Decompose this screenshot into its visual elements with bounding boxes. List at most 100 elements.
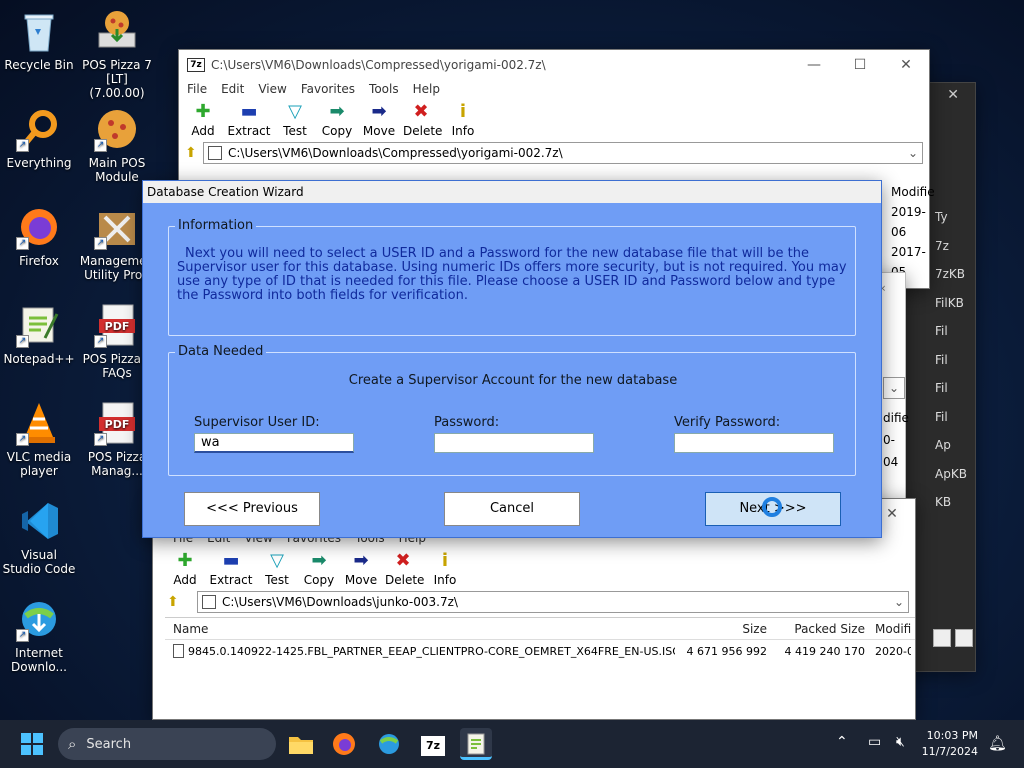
bg-fragment: Fil <box>935 352 948 367</box>
chevron-up-icon[interactable]: ⌃ <box>836 734 848 750</box>
tool-label: Add <box>191 124 215 138</box>
menu-view[interactable]: View <box>258 82 286 96</box>
svg-text:PDF: PDF <box>105 418 130 431</box>
pizza-icon: ↗ <box>94 106 140 152</box>
start-button[interactable] <box>16 728 48 760</box>
menu-tools[interactable]: Tools <box>369 82 399 96</box>
file-explorer-taskbar-button[interactable] <box>285 728 317 760</box>
password-input[interactable] <box>434 433 594 453</box>
add-button[interactable]: ✚ Add <box>185 100 221 138</box>
notification-bell-icon[interactable]: 🔔︎ <box>988 734 1007 752</box>
information-text: Next you will need to select a USER ID a… <box>177 246 847 303</box>
archive-icon <box>202 595 216 609</box>
address-field[interactable]: C:\Users\VM6\Downloads\Compressed\yoriga… <box>203 142 923 164</box>
delete-button[interactable]: ✖ Delete <box>385 549 424 587</box>
7zip-app-icon: 7z <box>421 736 445 756</box>
internet-download-taskbar-button[interactable] <box>373 728 405 760</box>
information-group: Information Next you will need to select… <box>168 218 856 336</box>
7zip-taskbar-button[interactable]: 7z <box>417 728 449 760</box>
test-button[interactable]: ▽ Test <box>277 100 313 138</box>
extract-button[interactable]: ▬ Extract <box>209 549 253 587</box>
table-row[interactable]: 9845.0.140922-1425.FBL_PARTNER_EEAP_CLIE… <box>165 640 915 662</box>
copy-button[interactable]: ➡ Copy <box>319 100 355 138</box>
desktop-icon-everything[interactable]: ↗ Everything <box>1 106 77 170</box>
close-icon[interactable]: ✕ <box>883 57 929 73</box>
previous-button[interactable]: <<< Previous <box>184 492 320 526</box>
clock[interactable]: 10:03 PM 11/7/2024 <box>922 728 978 760</box>
column-header-modified[interactable]: Modifie <box>865 622 911 636</box>
delete-x-icon: ✖ <box>413 101 429 122</box>
desktop-icon-internet-download[interactable]: ↗ Internet Downlo... <box>1 596 77 674</box>
test-button[interactable]: ▽ Test <box>259 549 295 587</box>
maximize-icon[interactable]: ☐ <box>837 57 883 73</box>
folder-icon <box>289 737 313 754</box>
address-bar: ⬆ C:\Users\VM6\Downloads\Compressed\yori… <box>185 142 923 164</box>
minus-icon: ▬ <box>222 550 240 571</box>
tool-label: Test <box>283 124 307 138</box>
taskbar-search[interactable]: ⌕ Search <box>58 728 276 760</box>
bg-fragment: difie <box>883 411 909 425</box>
move-arrow-icon: ➡ <box>371 101 387 122</box>
column-header-name[interactable]: Name <box>165 622 675 636</box>
folder-up-icon[interactable]: ⬆ <box>185 145 203 161</box>
chevron-down-icon[interactable]: ⌄ <box>883 377 905 399</box>
menu-favorites[interactable]: Favorites <box>301 82 355 96</box>
move-button[interactable]: ➡ Move <box>361 100 397 138</box>
notepad-app-icon <box>467 733 485 755</box>
column-header-size[interactable]: Size <box>675 622 767 636</box>
shortcut-arrow-icon: ↗ <box>16 237 29 250</box>
bg-fragment: FilKB <box>935 295 964 310</box>
supervisor-user-id-label: Supervisor User ID: <box>194 415 320 430</box>
desktop-icon-recycle-bin[interactable]: Recycle Bin <box>1 8 77 72</box>
menu-edit[interactable]: Edit <box>221 82 244 96</box>
network-icon[interactable]: ▭ <box>868 734 881 750</box>
tool-label: Extract <box>209 573 253 587</box>
pizza-drive-icon <box>94 8 140 54</box>
menu-help[interactable]: Help <box>413 82 440 96</box>
chevron-down-icon[interactable]: ⌄ <box>894 595 904 609</box>
supervisor-user-id-input[interactable] <box>194 433 354 453</box>
extract-button[interactable]: ▬ Extract <box>227 100 271 138</box>
desktop-icon-label: Notepad++ <box>3 352 75 366</box>
desktop: Recycle Bin ↗ Everything ↗ Firefox ↗ Not… <box>0 0 1024 720</box>
firefox-taskbar-button[interactable] <box>328 728 360 760</box>
svg-text:PDF: PDF <box>105 320 130 333</box>
column-header-packed[interactable]: Packed Size <box>767 622 865 636</box>
view-icon[interactable] <box>955 629 973 647</box>
windows-logo-icon <box>21 733 43 755</box>
chevron-down-icon[interactable]: ⌄ <box>908 146 918 160</box>
delete-button[interactable]: ✖ Delete <box>403 100 443 138</box>
date-cell: 2019-06 <box>891 205 926 239</box>
minimize-icon[interactable]: — <box>791 57 837 73</box>
cancel-button[interactable]: Cancel <box>444 492 580 526</box>
desktop-icon-vscode[interactable]: Visual Studio Code <box>1 498 77 576</box>
pos-app-taskbar-button[interactable] <box>460 728 492 760</box>
desktop-icon-firefox[interactable]: ↗ Firefox <box>1 204 77 268</box>
desktop-icon-main-pos-module[interactable]: ↗ Main POS Module <box>79 106 155 184</box>
clock-date: 11/7/2024 <box>921 745 978 758</box>
menu-file[interactable]: File <box>187 82 207 96</box>
shortcut-arrow-icon: ↗ <box>94 237 107 250</box>
speaker-muted-icon[interactable]: 🔇︎ <box>896 734 905 750</box>
vscode-icon <box>16 498 62 544</box>
verify-password-input[interactable] <box>674 433 834 453</box>
desktop-icon-vlc[interactable]: ↗ VLC media player <box>1 400 77 478</box>
desktop-icon-pos-pizza-7[interactable]: POS Pizza 7 [LT] (7.00.00) <box>79 8 155 100</box>
desktop-icon-notepadpp[interactable]: ↗ Notepad++ <box>1 302 77 366</box>
verify-password-label: Verify Password: <box>674 415 781 430</box>
magnifier-icon: ↗ <box>16 106 62 152</box>
bg-fragment: 0-04 <box>883 433 899 469</box>
info-button[interactable]: i Info <box>445 100 481 138</box>
column-header-modified[interactable]: Modifie <box>891 182 935 202</box>
view-icon[interactable] <box>933 629 951 647</box>
address-field[interactable]: C:\Users\VM6\Downloads\junko-003.7z\ ⌄ <box>197 591 909 613</box>
copy-button[interactable]: ➡ Copy <box>301 549 337 587</box>
tool-label: Move <box>362 124 396 138</box>
desktop-icon-label: VLC media player <box>6 450 72 478</box>
pdf-icon: PDF ↗ <box>94 400 140 446</box>
tool-label: Delete <box>403 124 443 138</box>
folder-up-icon[interactable]: ⬆ <box>167 594 197 610</box>
add-button[interactable]: ✚ Add <box>167 549 203 587</box>
info-button[interactable]: i Info <box>427 549 463 587</box>
move-button[interactable]: ➡ Move <box>343 549 379 587</box>
